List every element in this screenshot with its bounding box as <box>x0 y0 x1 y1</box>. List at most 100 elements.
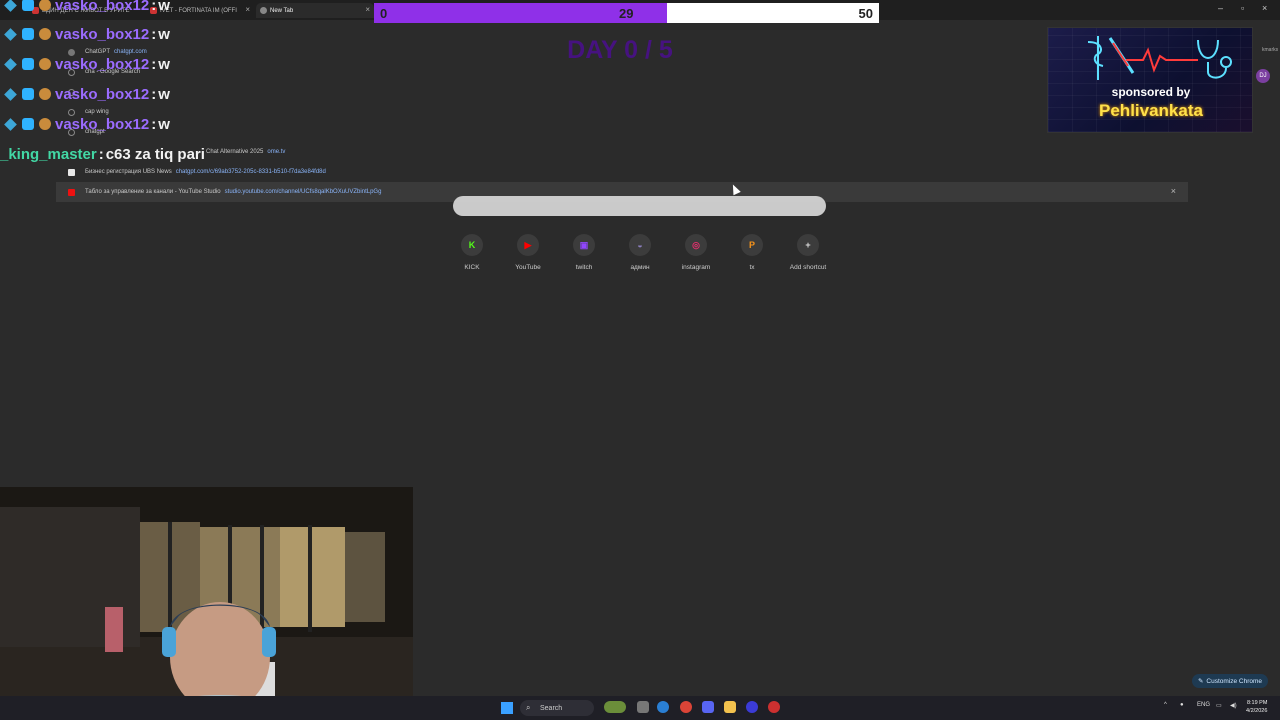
shortcut-add-shortcut[interactable]: + Add shortcut <box>780 234 836 271</box>
avatar-badge-icon <box>39 58 51 70</box>
chat-text: w <box>158 55 170 73</box>
medical-neon-icon <box>1087 36 1232 80</box>
shortcut-label: KICK <box>464 264 480 271</box>
kick-icon: K <box>461 234 483 256</box>
chat-username: vasko_box12 <box>55 85 150 103</box>
suggestion-7[interactable]: Бизнес регистрация UBS News chatgpt.com/… <box>56 162 1188 182</box>
suggestion-3[interactable] <box>56 82 1188 102</box>
shortcut-label: Add shortcut <box>789 264 827 271</box>
badge-icon <box>22 0 34 11</box>
page-icon <box>68 168 75 176</box>
remove-suggestion-icon[interactable]: × <box>1171 186 1176 196</box>
webcam-feed <box>0 487 413 720</box>
tray-chevron-icon[interactable]: ^ <box>1164 702 1167 708</box>
clock-time: 8:19 PM <box>1246 700 1268 706</box>
chat-separator: : <box>98 145 104 163</box>
chat-text: w <box>158 25 170 43</box>
suggestion-url: studio.youtube.com/channel/UCfs8qalKbOXu… <box>224 189 382 195</box>
obs-icon[interactable] <box>746 701 758 713</box>
suggestion-6[interactable]: Chat Alternative 2025 ome.tv <box>56 142 1188 162</box>
avatar-badge-icon <box>39 88 51 100</box>
chat-message: _king_master : c63 za tiq pari <box>0 143 205 165</box>
badge-icon <box>22 58 34 70</box>
volume-icon[interactable]: ◀) <box>1230 702 1237 709</box>
discord-icon[interactable] <box>702 701 714 713</box>
bookmarks-label[interactable]: kmarks <box>1262 47 1278 53</box>
shortcut-youtube[interactable]: ▶ YouTube <box>500 234 556 271</box>
search-input[interactable] <box>453 196 826 216</box>
instagram-icon: ◎ <box>685 234 707 256</box>
chat-username: _king_master <box>0 145 97 163</box>
suggestion-url: chatgpt.com/c/69ab3752-205c-8331-b510-f7… <box>175 169 326 175</box>
tab-2-label: IVET - FORTINATA IM (OFFI <box>160 7 237 14</box>
minimize-icon[interactable]: – <box>1218 3 1223 13</box>
shortcut-label: tx <box>749 264 755 271</box>
maximize-icon[interactable]: ▫ <box>1241 3 1244 13</box>
chat-username: vasko_box12 <box>55 115 150 133</box>
suggestion-title: Табло за управление за канали - YouTube … <box>85 189 221 195</box>
badge-icon <box>4 87 17 101</box>
chat-username: vasko_box12 <box>55 25 150 43</box>
chat-separator: : <box>151 55 157 73</box>
tab-3-label: New Tab <box>270 7 294 14</box>
close-tab-icon[interactable]: × <box>365 5 370 14</box>
chat-separator: : <box>151 25 157 43</box>
badge-icon <box>22 28 34 40</box>
task-view-icon[interactable] <box>637 701 649 713</box>
suggestion-1[interactable]: ChatGPT chatgpt.com <box>56 42 1188 62</box>
sponsor-name: Pehlivankata <box>1099 101 1203 120</box>
edge-icon[interactable] <box>657 701 669 713</box>
badge-icon <box>22 88 34 100</box>
goal-max: 50 <box>858 6 873 21</box>
omnibox-dropdown: ChatGPT chatgpt.com cha - Google Search … <box>56 42 1188 204</box>
profile-avatar[interactable]: DJ <box>1256 69 1270 83</box>
shortcut-label: twitch <box>575 264 593 271</box>
widgets-icon[interactable] <box>604 701 626 713</box>
plus-icon: + <box>797 234 819 256</box>
network-icon[interactable]: ▭ <box>1216 702 1222 709</box>
taskbar-search-box[interactable]: ⌕ Search <box>520 700 594 716</box>
close-tab-icon[interactable]: × <box>245 5 250 14</box>
shortcut-kick[interactable]: K KICK <box>444 234 500 271</box>
chrome-icon[interactable] <box>680 701 692 713</box>
shortcut-tx[interactable]: Ptx <box>724 234 780 271</box>
chat-message: vasko_box12 : w <box>0 53 170 75</box>
shortcut-instagram[interactable]: ◎ instagram <box>668 234 724 271</box>
chat-message: vasko_box12 : w <box>0 83 170 105</box>
avatar-badge-icon <box>39 118 51 130</box>
windows-start-icon[interactable] <box>501 702 513 714</box>
youtube-studio-icon <box>68 188 75 196</box>
twitch-icon: ▣ <box>573 234 595 256</box>
badge-icon <box>22 118 34 130</box>
shortcut-label: YouTube <box>515 264 541 271</box>
file-explorer-icon[interactable] <box>724 701 736 713</box>
goal-progress-bar: 0 29 50 <box>374 3 879 23</box>
shortcut-админ[interactable]: ◒ админ <box>612 234 668 271</box>
customize-chrome-button[interactable]: ✎ Customize Chrome <box>1192 674 1268 688</box>
suggestion-4[interactable]: cap wing <box>56 102 1188 122</box>
tab-new-tab[interactable]: New Tab × <box>256 3 374 18</box>
sponsor-line-1: sponsored by <box>1111 85 1191 99</box>
shortcut-twitch[interactable]: ▣ twitch <box>556 234 612 271</box>
system-clock[interactable]: 8:19 PM 4/2/2026 <box>1246 699 1267 715</box>
language-indicator[interactable]: ENG <box>1197 702 1210 708</box>
shortcut-label: instagram <box>681 264 711 271</box>
app-icon[interactable] <box>768 701 780 713</box>
customize-label: Customize Chrome <box>1206 677 1263 685</box>
chrome-favicon-icon <box>260 7 267 14</box>
close-window-icon[interactable]: × <box>1262 3 1267 13</box>
sponsor-banner: sponsored by Pehlivankata <box>1047 27 1253 133</box>
youtube-icon: ▶ <box>517 234 539 256</box>
avatar-badge-icon <box>39 28 51 40</box>
suggestion-title: Chat Alternative 2025 <box>206 149 264 155</box>
badge-icon <box>4 27 17 41</box>
suggestion-5[interactable]: chatgpt <box>56 122 1188 142</box>
badge-icon <box>4 117 17 131</box>
mic-icon[interactable]: ● <box>1180 702 1184 708</box>
search-icon: ⌕ <box>526 703 531 712</box>
suggestion-2[interactable]: cha - Google Search <box>56 62 1188 82</box>
pencil-icon: ✎ <box>1197 678 1204 685</box>
chat-text: w <box>158 115 170 133</box>
chat-message: vasko_box12 : w <box>0 0 170 16</box>
badge-icon <box>4 57 17 71</box>
